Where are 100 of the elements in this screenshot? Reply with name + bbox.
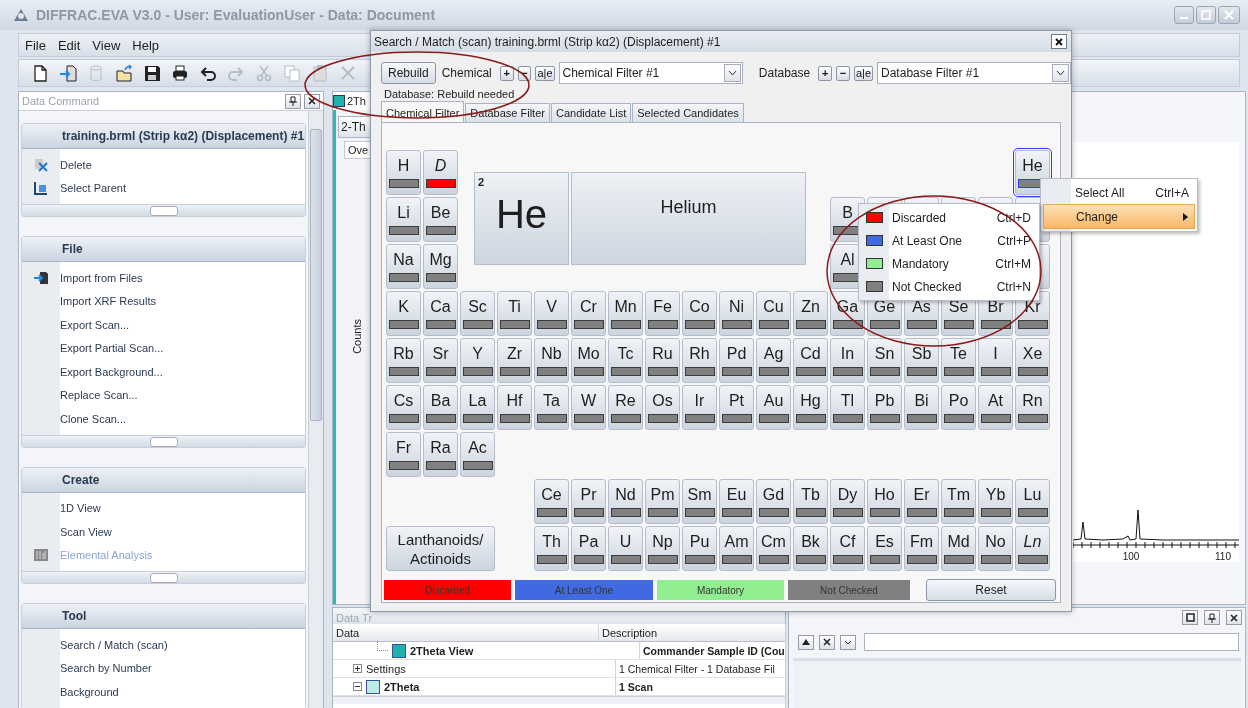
element-button[interactable]: Hf bbox=[497, 385, 532, 430]
element-button[interactable]: Cm bbox=[756, 526, 791, 571]
element-button[interactable]: Sc bbox=[460, 291, 495, 336]
element-button[interactable]: Cr bbox=[571, 291, 606, 336]
element-button[interactable]: Re bbox=[608, 385, 643, 430]
element-button[interactable]: Ta bbox=[534, 385, 569, 430]
command-link[interactable]: Scan View bbox=[60, 525, 112, 538]
element-button[interactable]: Pa bbox=[571, 526, 606, 571]
section-header[interactable]: Tool bbox=[22, 604, 305, 629]
element-button[interactable]: Li bbox=[386, 197, 421, 242]
element-button[interactable]: Dy bbox=[830, 479, 865, 524]
element-button[interactable]: Ra bbox=[423, 432, 458, 477]
add-button[interactable]: + bbox=[499, 65, 514, 81]
tab[interactable]: Selected Candidates bbox=[632, 103, 744, 122]
rename-button[interactable]: a|e bbox=[535, 65, 555, 81]
element-button[interactable]: Tm bbox=[941, 479, 976, 524]
command-link[interactable]: Replace Scan... bbox=[60, 389, 138, 402]
section-header[interactable]: Create bbox=[22, 467, 305, 493]
element-button[interactable]: Nd bbox=[608, 479, 643, 524]
element-button[interactable]: Co bbox=[682, 291, 717, 336]
element-button[interactable]: Sn bbox=[867, 338, 902, 383]
element-button[interactable]: Pd bbox=[719, 338, 754, 383]
element-button[interactable]: Gd bbox=[756, 479, 791, 524]
element-button[interactable]: Es bbox=[867, 526, 902, 571]
command-link[interactable]: Import from Files bbox=[60, 271, 143, 284]
reset-button[interactable]: Reset bbox=[926, 579, 1056, 601]
element-button[interactable]: Sm bbox=[682, 479, 717, 524]
element-button[interactable]: At bbox=[978, 385, 1013, 430]
element-button[interactable]: Sb bbox=[904, 338, 939, 383]
element-button[interactable]: K bbox=[386, 291, 421, 336]
command-link[interactable]: Delete bbox=[60, 158, 92, 171]
element-button[interactable]: Ce bbox=[534, 479, 569, 524]
element-button[interactable]: D bbox=[423, 150, 458, 195]
menu-item[interactable]: Help bbox=[126, 35, 166, 55]
command-link[interactable]: Select Parent bbox=[60, 182, 127, 195]
column-header[interactable]: Description bbox=[602, 626, 658, 639]
element-button[interactable]: Mg bbox=[423, 244, 458, 289]
element-button[interactable]: Cd bbox=[793, 338, 828, 383]
element-button[interactable]: Ln bbox=[1015, 526, 1050, 571]
element-button[interactable]: Y bbox=[460, 338, 495, 383]
sub-tab[interactable]: Ove bbox=[344, 141, 372, 159]
element-button[interactable]: Fr bbox=[386, 432, 421, 477]
filter-dropdown[interactable]: Chemical Filter #1 bbox=[558, 62, 744, 84]
element-button[interactable]: Rn bbox=[1015, 385, 1050, 430]
element-button[interactable]: Pb bbox=[867, 385, 902, 430]
element-button[interactable]: Po bbox=[941, 385, 976, 430]
element-button[interactable]: Pu bbox=[682, 526, 717, 571]
section-header[interactable]: training.brml (Strip kα2) (Displacement) #1 bbox=[22, 124, 305, 149]
tree-item[interactable]: 2Theta View bbox=[410, 644, 474, 657]
element-button[interactable]: Mo bbox=[571, 338, 606, 383]
element-button[interactable]: Tl bbox=[830, 385, 865, 430]
element-button[interactable]: Md bbox=[941, 526, 976, 571]
menu-item[interactable]: View bbox=[86, 35, 127, 55]
element-button[interactable]: Am bbox=[719, 526, 754, 571]
menu-item[interactable]: File bbox=[19, 35, 52, 55]
command-link[interactable]: Clone Scan... bbox=[60, 412, 127, 425]
element-button[interactable]: Ba bbox=[423, 385, 458, 430]
element-button[interactable]: Ru bbox=[645, 338, 680, 383]
element-button[interactable]: Xe bbox=[1015, 338, 1050, 383]
element-button[interactable]: Be bbox=[423, 197, 458, 242]
element-button[interactable]: Fm bbox=[904, 526, 939, 571]
element-button[interactable]: W bbox=[571, 385, 606, 430]
element-button[interactable]: Pm bbox=[645, 479, 680, 524]
command-link[interactable]: Export Scan... bbox=[60, 318, 130, 331]
element-button[interactable]: Fe bbox=[645, 291, 680, 336]
element-button[interactable]: Th bbox=[534, 526, 569, 571]
menu-item[interactable]: Edit bbox=[51, 35, 87, 55]
element-button[interactable]: Rb bbox=[386, 338, 421, 383]
rebuild-button[interactable]: Rebuild bbox=[381, 62, 436, 84]
column-header[interactable]: Data bbox=[336, 626, 360, 639]
element-button[interactable]: Pt bbox=[719, 385, 754, 430]
element-button[interactable]: Mn bbox=[608, 291, 643, 336]
element-button[interactable]: Bk bbox=[793, 526, 828, 571]
element-button[interactable]: Te bbox=[941, 338, 976, 383]
command-link[interactable]: Export Partial Scan... bbox=[60, 342, 164, 355]
element-button[interactable]: V bbox=[534, 291, 569, 336]
menu-item[interactable]: Change bbox=[1043, 204, 1195, 229]
element-button[interactable]: Ho bbox=[867, 479, 902, 524]
element-button[interactable]: Sr bbox=[423, 338, 458, 383]
command-link[interactable]: 1D View bbox=[60, 502, 101, 515]
element-button[interactable]: La bbox=[460, 385, 495, 430]
element-button[interactable]: Ca bbox=[423, 291, 458, 336]
element-button[interactable]: H bbox=[386, 150, 421, 195]
element-button[interactable]: Nb bbox=[534, 338, 569, 383]
element-button[interactable]: Rh bbox=[682, 338, 717, 383]
command-link[interactable]: Export Background... bbox=[60, 365, 163, 378]
element-button[interactable]: Np bbox=[645, 526, 680, 571]
document-tab[interactable]: 2-Th bbox=[338, 116, 372, 138]
rename-button[interactable]: a|e bbox=[853, 65, 874, 81]
add-button[interactable]: + bbox=[818, 65, 833, 81]
element-button[interactable]: Er bbox=[904, 479, 939, 524]
element-button[interactable]: Au bbox=[756, 385, 791, 430]
tree-item[interactable]: Settings bbox=[366, 662, 406, 675]
element-button[interactable]: Tc bbox=[608, 338, 643, 383]
element-button[interactable]: Cs bbox=[386, 385, 421, 430]
element-button[interactable]: Zr bbox=[497, 338, 532, 383]
tree-item[interactable]: 2Theta bbox=[384, 680, 420, 693]
element-button[interactable]: Ti bbox=[497, 291, 532, 336]
element-button[interactable]: I bbox=[978, 338, 1013, 383]
element-button[interactable]: Zn bbox=[793, 291, 828, 336]
